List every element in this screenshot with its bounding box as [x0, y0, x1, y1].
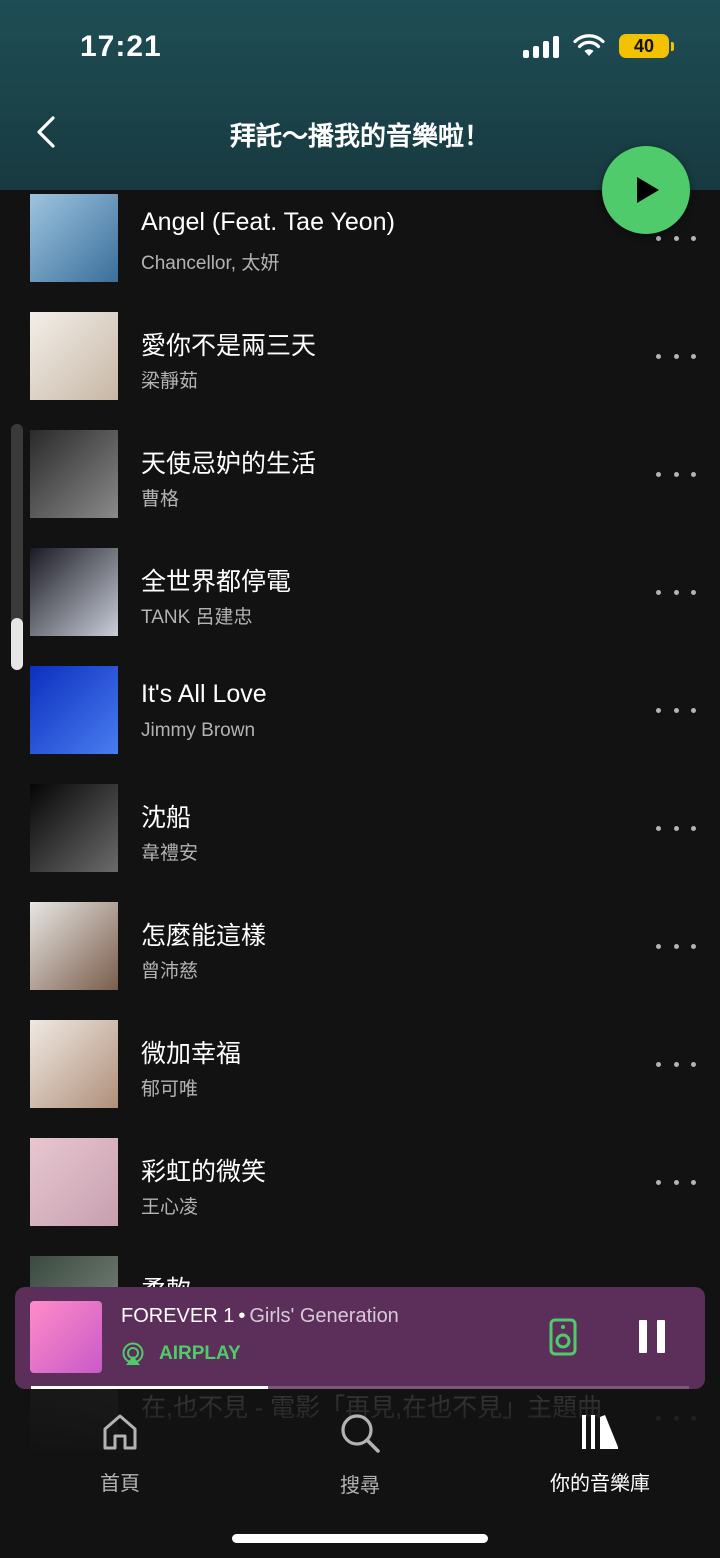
more-options-icon[interactable]: [656, 818, 696, 838]
album-cover: [30, 784, 118, 872]
playback-progress-fill: [31, 1386, 268, 1389]
track-artist: 韋禮安: [141, 843, 199, 864]
track-artist: 曾沛慈: [141, 961, 199, 982]
now-playing-artist: Girls' Generation: [249, 1305, 399, 1327]
album-cover: [30, 1138, 118, 1226]
library-icon: [582, 1415, 618, 1449]
play-button[interactable]: [602, 146, 690, 234]
track-title: 全世界都停電: [141, 568, 292, 596]
status-icons: 40: [523, 34, 674, 58]
more-options-icon[interactable]: [656, 464, 696, 484]
track-title: 微加幸福: [141, 1040, 242, 1068]
album-cover: [30, 666, 118, 754]
track-title: 愛你不是兩三天: [141, 332, 317, 360]
track-title: It's All Love: [141, 680, 267, 708]
track-row[interactable]: 怎麼能這樣 曾沛慈: [0, 902, 720, 1020]
album-cover: [30, 312, 118, 400]
status-time: 17:21: [80, 30, 162, 63]
pause-icon: [639, 1320, 647, 1353]
track-row[interactable]: 沈船 韋禮安: [0, 784, 720, 902]
device-label: AIRPLAY: [159, 1343, 241, 1364]
speaker-icon: [549, 1318, 577, 1356]
track-row[interactable]: 全世界都停電 TANK 呂建忠: [0, 548, 720, 666]
album-cover: [30, 548, 118, 636]
track-row[interactable]: 彩虹的微笑 王心凌: [0, 1138, 720, 1256]
bottom-navigation: 首頁 搜尋 你的音樂庫: [0, 1412, 720, 1512]
airplay-indicator[interactable]: AIRPLAY: [121, 1342, 241, 1366]
album-cover: [30, 1020, 118, 1108]
track-artist: 曹格: [141, 489, 180, 510]
nav-library[interactable]: 你的音樂庫: [520, 1412, 680, 1496]
track-artist: 梁靜茹: [141, 371, 199, 392]
mini-player[interactable]: FOREVER 1 • Girls' Generation AIRPLAY: [15, 1287, 705, 1389]
nav-search[interactable]: 搜尋: [280, 1412, 440, 1498]
pause-button[interactable]: [639, 1320, 665, 1353]
track-title: 怎麼能這樣: [141, 922, 267, 950]
now-playing-song: FOREVER 1: [121, 1305, 235, 1327]
album-cover: [30, 194, 118, 282]
mini-player-cover: [30, 1301, 102, 1373]
track-row[interactable]: 愛你不是兩三天梁靜茹: [0, 312, 720, 430]
connect-device-button[interactable]: [549, 1318, 577, 1361]
title-separator: •: [238, 1305, 246, 1327]
more-options-icon[interactable]: [656, 700, 696, 720]
album-cover: [30, 430, 118, 518]
mini-player-title: FOREVER 1 • Girls' Generation: [121, 1305, 399, 1328]
cellular-signal-icon: [523, 34, 559, 58]
wifi-icon: [573, 34, 605, 56]
track-title: Angel (Feat. Tae Yeon): [141, 208, 395, 236]
more-options-icon[interactable]: [656, 228, 696, 248]
track-row[interactable]: 天使忌妒的生活 曹格: [0, 430, 720, 548]
search-icon: [341, 1414, 380, 1453]
more-options-icon[interactable]: [656, 1172, 696, 1192]
track-artist: Chancellor, 太妍: [141, 253, 280, 274]
track-artist: 郁可唯: [141, 1079, 199, 1100]
track-artist: 王心凌: [141, 1197, 199, 1218]
nav-search-label: 搜尋: [340, 1475, 380, 1497]
more-options-icon[interactable]: [656, 582, 696, 602]
track-row[interactable]: 微加幸福 郁可唯: [0, 1020, 720, 1138]
nav-library-label: 你的音樂庫: [550, 1473, 650, 1495]
battery-icon: 40: [619, 34, 674, 58]
track-row[interactable]: It's All Love Jimmy Brown: [0, 666, 720, 784]
nav-home-label: 首頁: [100, 1473, 140, 1495]
more-options-icon[interactable]: [656, 936, 696, 956]
playback-progress: [31, 1386, 689, 1389]
track-artist: TANK 呂建忠: [141, 607, 253, 628]
home-indicator: [232, 1534, 488, 1543]
airplay-icon: [122, 1342, 144, 1365]
page-title: 拜託～播我的音樂啦！: [229, 121, 490, 151]
play-icon: [637, 177, 659, 203]
nav-home[interactable]: 首頁: [40, 1412, 200, 1496]
track-title: 彩虹的微笑: [141, 1158, 267, 1186]
battery-level: 40: [619, 34, 669, 58]
home-icon: [103, 1414, 137, 1450]
track-title: 天使忌妒的生活: [141, 450, 317, 478]
track-artist: Jimmy Brown: [141, 720, 256, 741]
more-options-icon[interactable]: [656, 1054, 696, 1074]
track-title: 沈船: [141, 804, 192, 832]
more-options-icon[interactable]: [656, 346, 696, 366]
album-cover: [30, 902, 118, 990]
